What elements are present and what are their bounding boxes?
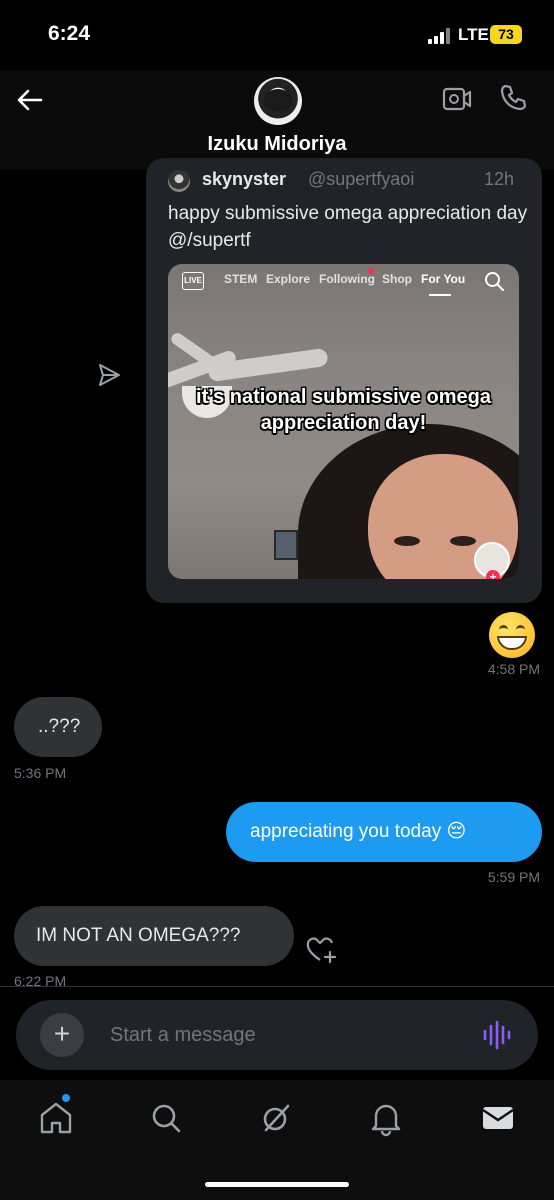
network-label: LTE xyxy=(458,25,489,44)
video-tab: Explore xyxy=(266,272,311,286)
back-button[interactable] xyxy=(14,84,46,116)
home-icon xyxy=(40,1102,72,1134)
video-tab: Shop xyxy=(382,272,412,286)
video-scene-frame xyxy=(274,530,298,560)
message-incoming[interactable]: ..??? xyxy=(14,697,102,757)
status-bar: 6:24 LTE 73 xyxy=(0,0,554,70)
conversation-header: Izuku Midoriya xyxy=(0,70,554,170)
nav-grok[interactable] xyxy=(256,1098,296,1138)
message-input[interactable] xyxy=(110,1000,450,1070)
voice-message-button[interactable] xyxy=(482,1020,512,1050)
status-time: 6:24 xyxy=(48,22,91,45)
nav-home[interactable] xyxy=(36,1098,76,1138)
post-author-handle: @supertfyaoi xyxy=(308,169,415,189)
contact-avatar[interactable] xyxy=(254,77,302,125)
post-text: happy submissive omega appreciation day … xyxy=(168,203,528,251)
live-icon: LIVE xyxy=(182,272,204,290)
message-outgoing[interactable]: appreciating you today 😔 xyxy=(226,802,542,862)
voice-wave-icon xyxy=(483,1020,511,1050)
react-button[interactable] xyxy=(304,934,338,966)
message-time: 5:59 PM xyxy=(487,869,540,885)
phone-call-button[interactable] xyxy=(497,82,529,114)
battery-indicator: 73 xyxy=(490,25,522,44)
heart-plus-icon xyxy=(306,937,337,964)
send-share-icon xyxy=(99,364,120,386)
nav-search[interactable] xyxy=(146,1098,186,1138)
divider xyxy=(0,986,554,987)
video-nav: LIVE STEM Explore Following Shop For You xyxy=(168,264,519,304)
video-caption: it’s national submissive omega appreciat… xyxy=(196,386,491,434)
signal-icon xyxy=(428,28,454,44)
plus-icon: + xyxy=(53,1018,71,1049)
post-author-name: skynyster xyxy=(202,169,287,189)
nav-messages[interactable] xyxy=(478,1098,518,1138)
home-notification-dot xyxy=(62,1094,70,1102)
nav-notifications[interactable] xyxy=(366,1098,406,1138)
post-video[interactable]: + LIVE STEM Explore Following Shop For Y… xyxy=(168,264,519,579)
search-icon xyxy=(485,272,504,291)
follow-plus-icon: + xyxy=(486,570,500,579)
search-icon xyxy=(152,1104,181,1133)
video-call-icon xyxy=(442,87,472,111)
message-composer: + xyxy=(16,1000,538,1070)
share-post-button[interactable] xyxy=(96,362,122,388)
message-emoji[interactable] xyxy=(489,612,535,658)
shared-post-card[interactable]: skynyster @supertfyaoi 12h happy submiss… xyxy=(146,158,542,603)
grok-icon xyxy=(263,1104,290,1132)
message-time: 5:36 PM xyxy=(14,765,67,781)
back-arrow-icon xyxy=(17,89,43,111)
video-tab: Following xyxy=(319,272,375,286)
bell-icon xyxy=(371,1104,401,1137)
add-media-button[interactable]: + xyxy=(40,1013,84,1057)
contact-name[interactable]: Izuku Midoriya xyxy=(0,133,554,156)
post-author-row: skynyster @supertfyaoi 12h xyxy=(168,168,528,194)
message-incoming[interactable]: IM NOT AN OMEGA??? xyxy=(14,906,294,966)
video-tab-active: For You xyxy=(421,272,466,286)
home-indicator xyxy=(205,1182,349,1187)
video-tab: STEM xyxy=(224,272,258,286)
video-call-button[interactable] xyxy=(441,84,473,114)
phone-icon xyxy=(500,84,527,111)
post-author-avatar xyxy=(168,170,190,192)
mail-icon xyxy=(482,1107,514,1129)
post-time: 12h xyxy=(483,169,514,189)
notification-dot xyxy=(368,268,374,274)
message-time: 4:58 PM xyxy=(487,661,540,677)
